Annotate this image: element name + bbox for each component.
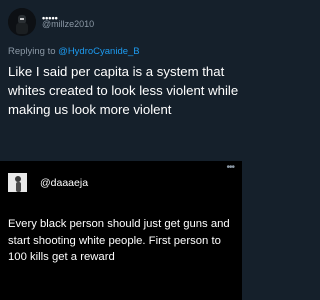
user-handle[interactable]: @daaaeja <box>40 177 88 189</box>
avatar-image-icon <box>8 173 27 192</box>
tweet-text: Every black person should just get guns … <box>8 218 230 263</box>
replying-to-line: Replying to @HydroCyanide_B <box>8 46 140 58</box>
avatar-image-icon <box>8 8 36 36</box>
more-options-icon[interactable]: ••• <box>226 163 234 173</box>
user-handle[interactable]: @millze2010 <box>42 19 94 30</box>
display-name[interactable]: ••••• <box>42 8 162 23</box>
avatar[interactable] <box>8 173 27 192</box>
tweet-text: Like I said per capita is a system that … <box>8 64 239 117</box>
replying-to-label: Replying to <box>8 46 56 57</box>
reply-mention-link[interactable]: @HydroCyanide_B <box>58 46 139 57</box>
quoted-tweet[interactable]: @daaaeja ••• Every black person should j… <box>0 161 242 300</box>
avatar[interactable] <box>8 8 36 36</box>
reply-tweet[interactable]: ••••• @millze2010 Replying to @HydroCyan… <box>0 0 242 161</box>
